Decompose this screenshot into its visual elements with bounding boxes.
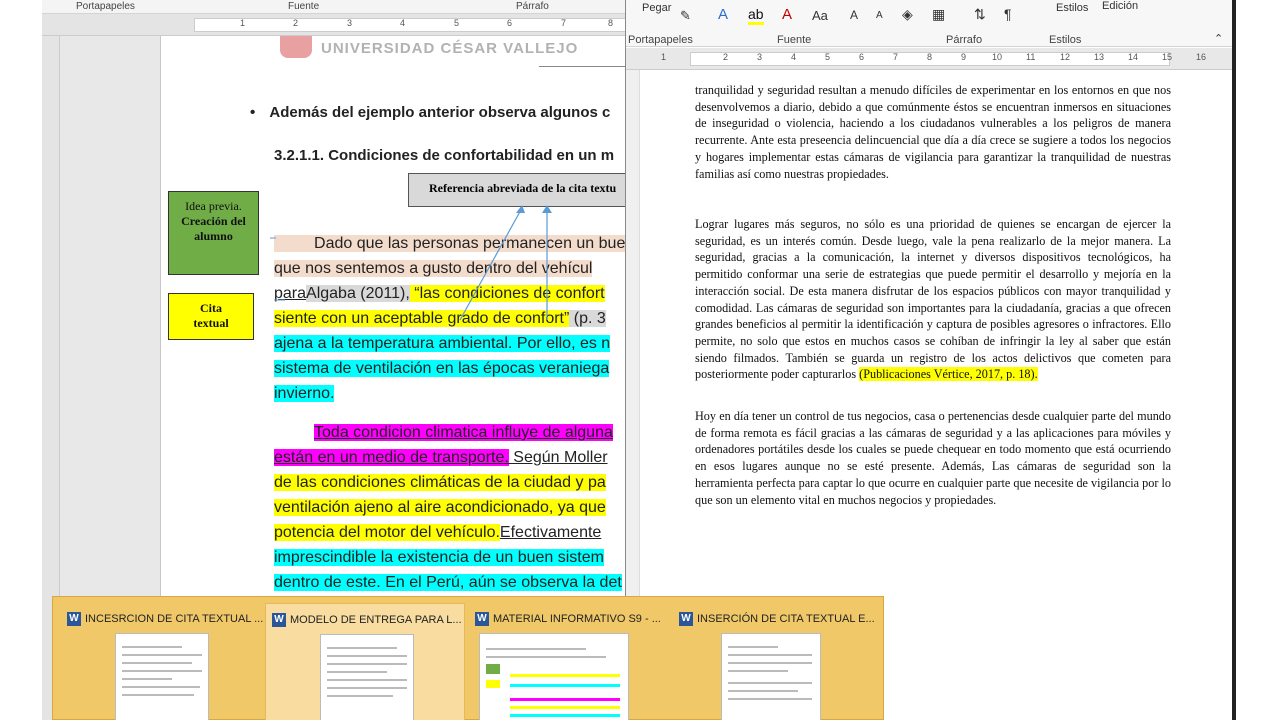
grow-font-icon[interactable]: A [850, 8, 858, 22]
window-edge [1232, 0, 1236, 720]
left-ribbon-groups: Portapapeles Fuente Párrafo [42, 0, 627, 14]
text-segment: Efectivamente [499, 524, 602, 541]
group-clipboard: Portapapeles [76, 1, 135, 12]
change-case-icon[interactable]: Aa [812, 8, 828, 23]
editing-button[interactable]: Edición [1102, 0, 1138, 12]
word-icon: W [67, 612, 81, 626]
thumb-preview [320, 634, 414, 720]
styles-button[interactable]: Estilos [1056, 2, 1088, 14]
paragraph-3: Hoy en día tener un control de tus negoc… [695, 409, 1171, 507]
thumb-preview [479, 633, 629, 720]
section-heading: 3.2.1.1. Condiciones de confortabilidad … [274, 147, 615, 164]
shrink-font-icon[interactable]: A [876, 10, 883, 21]
group-clipboard: Portapapeles [628, 34, 693, 46]
taskbar-thumb-4[interactable]: W INSERCIÓN DE CITA TEXTUAL E... [673, 603, 875, 720]
bullet-item: • Además del ejemplo anterior observa al… [250, 104, 611, 121]
highlight-icon[interactable]: ab [748, 6, 764, 25]
paragraph-1: tranquilidad y seguridad resultan a menu… [695, 83, 1171, 181]
text-line: invierno. [274, 385, 335, 402]
group-paragraph: Párrafo [516, 1, 549, 12]
text-line: ajena a la temperatura ambiental. Por el… [274, 335, 611, 352]
text-line: sistema de ventilación en las épocas ver… [274, 360, 610, 377]
collapse-ribbon-icon[interactable]: ⌃ [1214, 32, 1223, 45]
cita-box[interactable]: Cita textual [168, 293, 254, 340]
text-line: de las condiciones climáticas de la ciud… [274, 474, 606, 491]
group-font: Fuente [777, 34, 812, 46]
right-document-page[interactable]: tranquilidad y seguridad resultan a menu… [626, 70, 1233, 598]
taskbar-thumb-3[interactable]: W MATERIAL INFORMATIVO S9 - ... [469, 603, 669, 720]
group-styles: Estilos [1049, 34, 1082, 46]
text-line: imprescindible la existencia de un buen … [274, 549, 604, 566]
taskbar-thumb-1[interactable]: W INCESRCION DE CITA TEXTUAL ... [61, 603, 263, 720]
right-vertical-ruler[interactable] [626, 70, 640, 598]
taskbar-thumb-2[interactable]: W MODELO DE ENTREGA PARA L... [265, 603, 465, 720]
text-line: ventilación ajeno al aire acondicionado,… [274, 499, 606, 516]
citation-highlight: (Publicaciones Vértice, 2017, p. 18). [859, 367, 1038, 382]
sort-icon[interactable]: ⇅ [974, 6, 986, 23]
left-horizontal-ruler[interactable]: 1 2 3 4 5 6 7 8 [42, 14, 627, 36]
shading-icon[interactable]: ◈ [902, 6, 913, 23]
word-icon: W [679, 612, 693, 626]
text-line: potencia del motor del vehículo. [274, 524, 500, 541]
right-word-window: Pegar ✎ A ab A Aa A A ◈ ▦ ⇅ ¶ Estilos Ed… [625, 0, 1233, 598]
paste-button[interactable]: Pegar [642, 2, 671, 14]
right-horizontal-ruler[interactable]: 1 2 3 4 5 6 7 8 9 10 11 12 13 14 15 16 [626, 48, 1233, 70]
format-painter-icon[interactable]: ✎ [680, 8, 691, 24]
taskbar-thumbnails: W INCESRCION DE CITA TEXTUAL ... W MODEL… [52, 596, 884, 720]
paragraph-2: Lograr lugares más seguros, no sólo es u… [695, 217, 1171, 382]
idea-box[interactable]: Idea previa. Creación del alumno [168, 191, 259, 275]
text-effects-icon[interactable]: A [718, 6, 728, 23]
connector-arrows [270, 205, 552, 321]
word-icon: W [272, 613, 286, 627]
thumb-preview [721, 633, 821, 720]
word-icon: W [475, 612, 489, 626]
thumb-preview [115, 633, 209, 720]
pilcrow-icon[interactable]: ¶ [1004, 6, 1012, 22]
text-segment: Según Moller [508, 449, 608, 466]
text-line: están en un medio de transporte. [274, 449, 509, 466]
text-line: dentro de este. En el Perú, aún se obser… [274, 574, 622, 591]
ribbon: Pegar ✎ A ab A Aa A A ◈ ▦ ⇅ ¶ Estilos Ed… [626, 0, 1233, 47]
group-paragraph: Párrafo [946, 34, 983, 46]
font-color-icon[interactable]: A [782, 6, 792, 23]
borders-icon[interactable]: ▦ [932, 6, 945, 23]
text-line: Toda condicion climatica influye de algu… [314, 424, 613, 441]
group-font: Fuente [288, 1, 320, 12]
left-border [0, 0, 42, 720]
